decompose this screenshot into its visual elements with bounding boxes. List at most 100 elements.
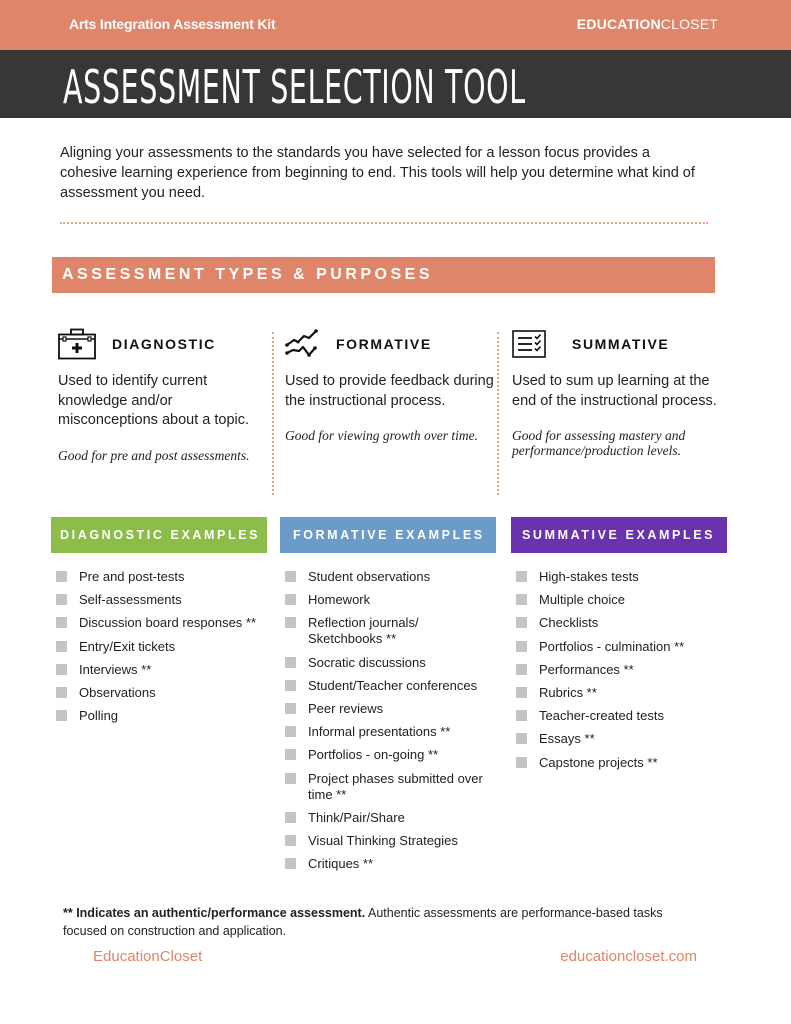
type-description: Used to identify current knowledge and/o… <box>58 373 250 428</box>
list-item-text: Student/Teacher conferences <box>308 677 478 693</box>
list-item: Discussion board responses ** <box>51 615 267 631</box>
bullet-square-icon <box>56 710 67 722</box>
brand-logo: EDUCATIONCLOSET <box>577 16 718 32</box>
section-banner-title: ASSESSMENT TYPES & PURPOSES <box>62 266 434 283</box>
footnote: ** Indicates an authentic/performance as… <box>63 904 683 940</box>
list-item-text: Pre and post-tests <box>79 569 185 584</box>
bullet-square-icon <box>516 663 527 675</box>
intro-paragraph: Aligning your assessments to the standar… <box>60 145 695 201</box>
bullet-square-icon <box>516 640 527 652</box>
bullet-square-icon <box>285 811 296 823</box>
bullet-square-icon <box>285 702 296 714</box>
bullet-square-icon <box>516 571 527 582</box>
list-item-text: Portfolios - on-going ** <box>308 747 439 763</box>
list-item: Project phases submitted over time ** <box>280 771 496 803</box>
bullet-square-icon <box>516 733 527 745</box>
list-item: Informal presentations ** <box>280 724 496 740</box>
page-title: ASSESSMENT SELECTION TOOL <box>63 60 526 114</box>
type-description: Used to provide feedback during the inst… <box>285 373 494 409</box>
list-item: Polling <box>51 708 267 724</box>
examples-list: Student observations Homework Reflection j… <box>280 569 496 872</box>
list-item: Capstone projects ** <box>511 755 727 771</box>
list-item-text: Socratic discussions <box>308 654 426 670</box>
list-item: High-stakes tests <box>511 569 727 585</box>
list-item-text: High-stakes tests <box>539 569 639 584</box>
list-item-text: Student observations <box>308 569 431 584</box>
bullet-square-icon <box>516 617 527 629</box>
footnote-bold: ** Indicates an authentic/performance as… <box>63 906 366 920</box>
list-item-text: Entry/Exit tickets <box>79 638 176 654</box>
list-item-text: Polling <box>79 708 119 724</box>
bullet-square-icon <box>56 686 67 698</box>
examples-formative: FORMATIVE EXAMPLES Student observations H… <box>280 517 496 879</box>
type-diagnostic: DIAGNOSTIC Used to identify current know… <box>58 328 273 463</box>
list-item: Performances ** <box>511 662 727 678</box>
bullet-square-icon <box>285 772 296 784</box>
list-item-text: Visual Thinking Strategies <box>308 832 458 848</box>
list-item-text: Teacher-created tests <box>539 708 665 724</box>
examples-banner: FORMATIVE EXAMPLES <box>280 517 496 553</box>
list-item: Pre and post-tests <box>51 569 267 585</box>
bullet-square-icon <box>285 726 296 738</box>
list-item: Student/Teacher conferences <box>280 678 496 694</box>
list-item: Portfolios - culmination ** <box>511 639 727 655</box>
type-name: SUMMATIVE <box>572 336 670 352</box>
list-item: Teacher-created tests <box>511 708 727 724</box>
bullet-square-icon <box>56 663 67 675</box>
examples-banner: SUMMATIVE EXAMPLES <box>511 517 727 553</box>
list-item: Entry/Exit tickets <box>51 639 267 655</box>
list-item: Homework <box>280 592 496 608</box>
bullet-square-icon <box>285 749 296 761</box>
title-bar: ASSESSMENT SELECTION TOOL <box>0 50 791 118</box>
examples-list: Pre and post-tests Self-assessments Discus… <box>51 569 267 724</box>
bullet-square-icon <box>285 656 296 668</box>
examples-summative: SUMMATIVE EXAMPLES High-stakes tests Mult… <box>511 517 727 778</box>
list-item: Observations <box>51 685 267 701</box>
list-item-text: Project phases submitted over time ** <box>308 770 483 802</box>
list-item: Portfolios - on-going ** <box>280 747 496 763</box>
list-item: Peer reviews <box>280 701 496 717</box>
list-item: Socratic discussions <box>280 655 496 671</box>
list-item-text: Rubrics ** <box>539 684 597 700</box>
type-description: Used to sum up learning at the end of th… <box>512 373 717 409</box>
list-item-text: Capstone projects ** <box>539 754 658 770</box>
list-item-text: Self-assessments <box>79 592 182 608</box>
bullet-square-icon <box>516 710 527 722</box>
bullet-square-icon <box>285 858 296 870</box>
bullet-square-icon <box>56 640 67 652</box>
footer-url[interactable]: educationcloset.com <box>560 948 697 965</box>
list-item-text: Checklists <box>539 615 599 631</box>
list-item-text: Critiques ** <box>308 856 374 872</box>
list-item: Essays ** <box>511 731 727 747</box>
list-item-text: Observations <box>79 684 156 700</box>
list-item-text: Portfolios - culmination ** <box>539 638 685 654</box>
examples-banner: DIAGNOSTIC EXAMPLES <box>51 517 267 553</box>
brand-logo-light: CLOSET <box>660 16 718 32</box>
list-item: Reflection journals/ Sketchbooks ** <box>280 615 496 647</box>
bullet-square-icon <box>516 686 527 698</box>
list-item-text: Performances ** <box>539 661 634 677</box>
section-banner: ASSESSMENT TYPES & PURPOSES <box>52 257 715 293</box>
type-note: Good for viewing growth over time. <box>285 428 478 443</box>
list-item: Think/Pair/Share <box>280 810 496 826</box>
examples-list: High-stakes tests Multiple choice Checklis… <box>511 569 727 771</box>
list-item: Student observations <box>280 569 496 585</box>
bullet-square-icon <box>285 834 296 846</box>
list-item: Rubrics ** <box>511 685 727 701</box>
list-item: Interviews ** <box>51 662 267 678</box>
bullet-square-icon <box>516 594 527 606</box>
examples-diagnostic: DIAGNOSTIC EXAMPLES Pre and post-tests Se… <box>51 517 267 731</box>
list-item-text: Think/Pair/Share <box>308 809 405 825</box>
footer-brand: EducationCloset <box>93 948 203 965</box>
first-aid-kit-icon <box>58 328 96 360</box>
list-item-text: Discussion board responses ** <box>79 615 257 631</box>
bullet-square-icon <box>56 617 67 629</box>
list-item-text: Informal presentations ** <box>308 724 451 740</box>
column-divider <box>272 332 274 495</box>
type-name: FORMATIVE <box>336 336 432 352</box>
growth-lines-icon <box>285 329 318 357</box>
dotted-divider <box>60 222 708 224</box>
list-item-text: Reflection journals/ Sketchbooks ** <box>308 615 419 647</box>
brand-logo-bold: EDUCATION <box>576 16 661 32</box>
list-item: Checklists <box>511 615 727 631</box>
